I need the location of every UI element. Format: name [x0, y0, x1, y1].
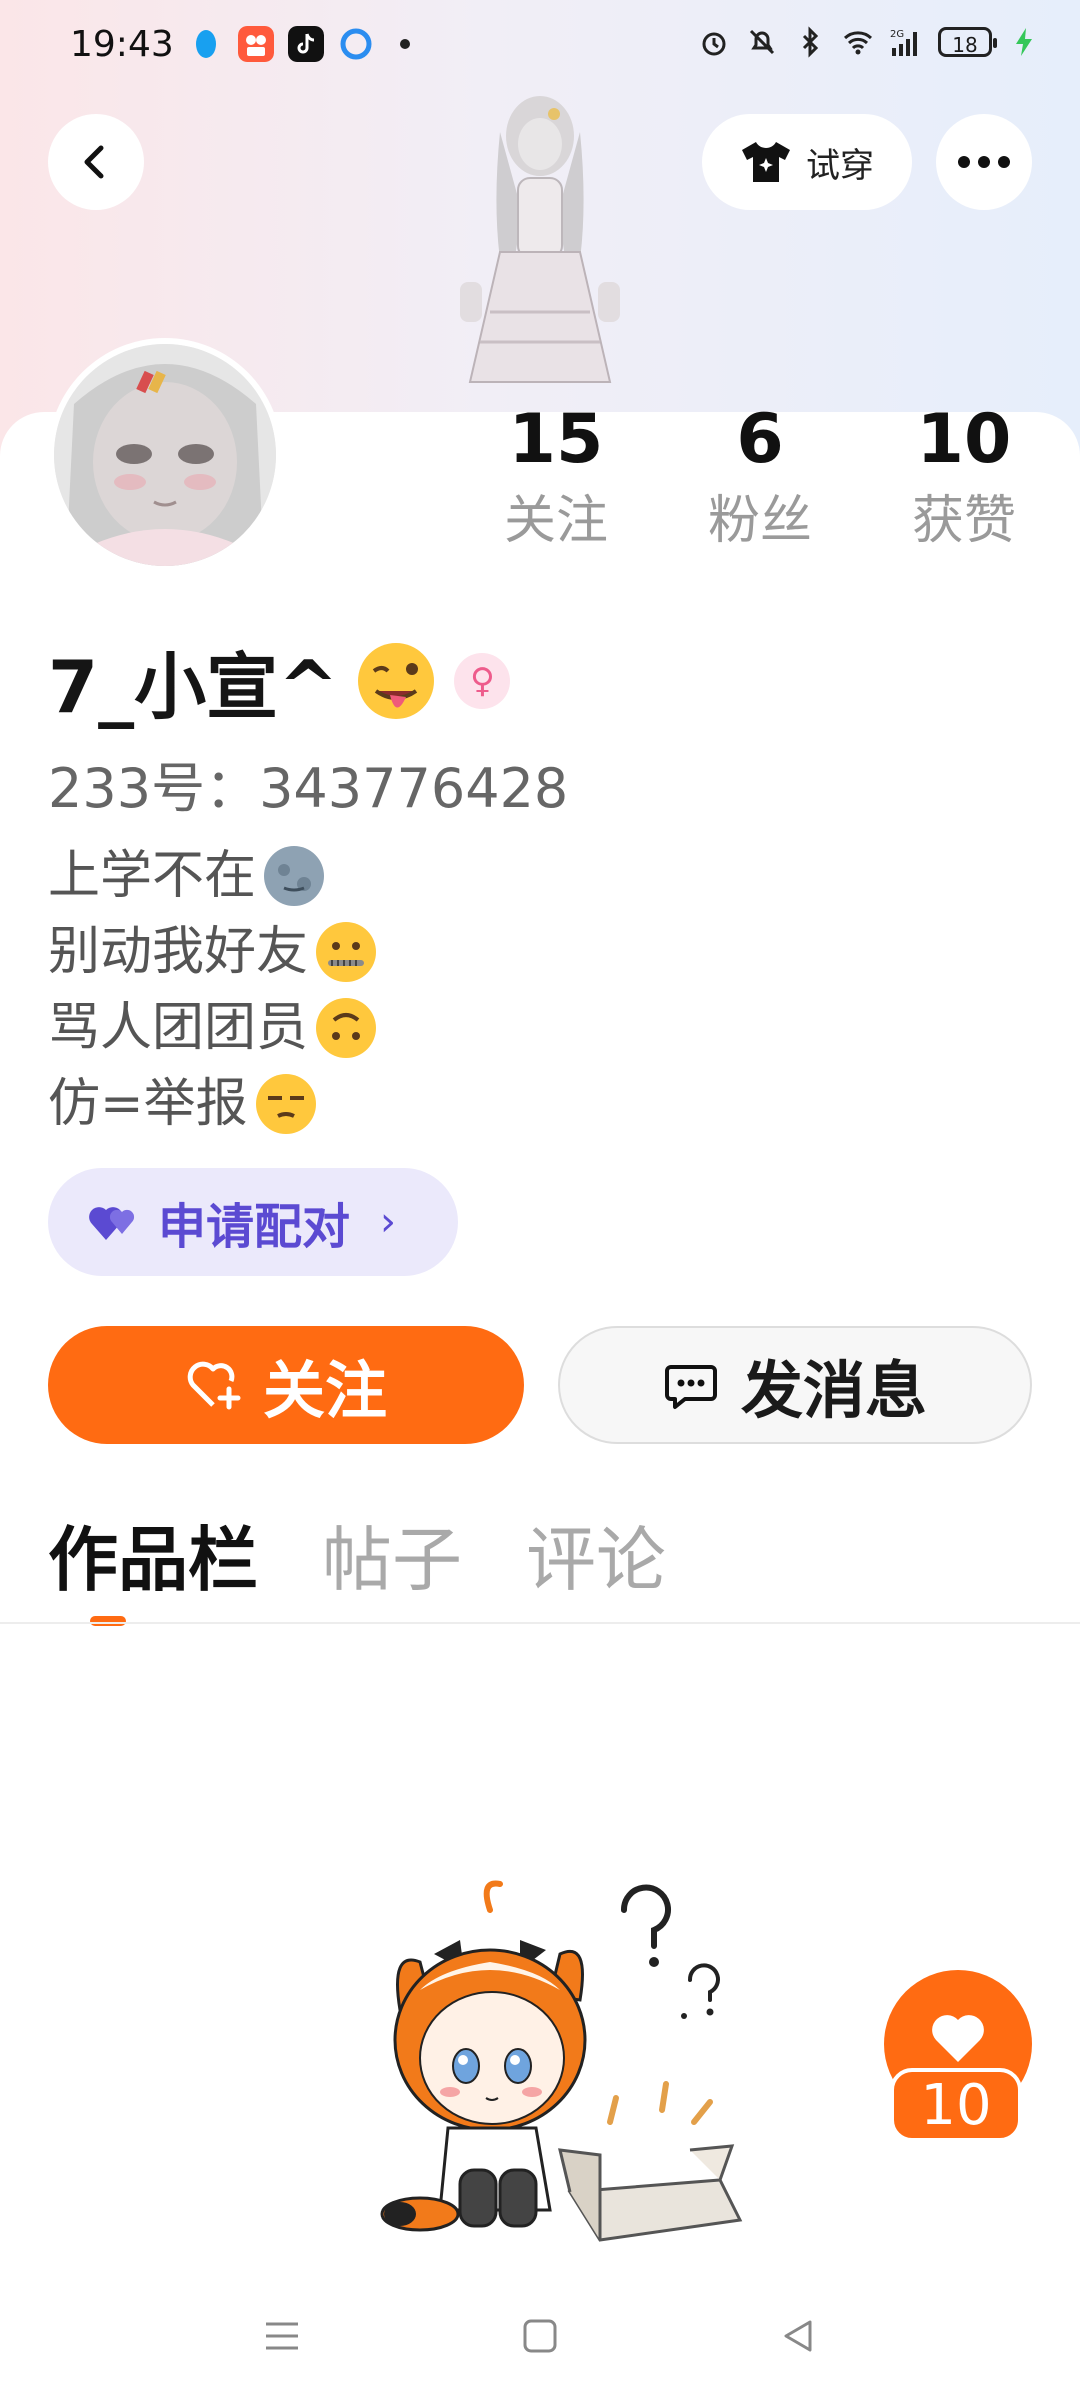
- stat-followers[interactable]: 6 粉丝: [658, 400, 862, 556]
- system-navigation-bar: [0, 2276, 1080, 2400]
- qq-icon: [196, 30, 216, 58]
- double-heart-icon: [89, 1207, 135, 1240]
- chevron-left-icon: [84, 145, 104, 179]
- request-pair-button[interactable]: 申请配对 ›: [48, 1168, 458, 1276]
- tiktok-icon: [288, 26, 324, 62]
- profile-tabs: 作品栏 帖子 评论: [48, 1508, 666, 1612]
- empty-state-illustration: [380, 1880, 743, 2242]
- bio-line: 别动我好友: [48, 914, 378, 990]
- zipper-mouth-emoji-icon: [316, 922, 377, 982]
- tab-posts[interactable]: 帖子: [322, 1508, 462, 1612]
- request-pair-label: 申请配对: [158, 1199, 351, 1255]
- winking-tongue-emoji-icon: [358, 642, 435, 719]
- upside-down-face-emoji-icon: [316, 998, 377, 1058]
- bio-text: 骂人团团员: [48, 998, 309, 1058]
- bio-text: 别动我好友: [48, 922, 309, 982]
- tab-works[interactable]: 作品栏: [48, 1508, 258, 1612]
- menu-icon[interactable]: [262, 2316, 302, 2356]
- status-bar: 19:43 2G 18: [0, 0, 1080, 96]
- more-dots-icon: [958, 156, 1010, 168]
- try-on-button[interactable]: 试穿: [702, 114, 912, 210]
- stat-likes[interactable]: 10 获赞: [862, 400, 1066, 556]
- charging-icon: [1016, 28, 1032, 56]
- back-button[interactable]: [48, 114, 144, 210]
- follow-button[interactable]: 关注: [48, 1326, 524, 1444]
- followers-count: 6: [736, 400, 784, 479]
- back-triangle-icon[interactable]: [778, 2316, 818, 2356]
- user-id[interactable]: 233号：343776428: [48, 744, 568, 823]
- try-on-label: 试穿: [806, 145, 874, 186]
- wifi-icon: [843, 31, 873, 55]
- tab-comments[interactable]: 评论: [526, 1508, 666, 1612]
- female-gender-icon: ♀: [454, 652, 511, 709]
- bio: 上学不在 别动我好友 骂人团团员 仿=举报: [48, 838, 378, 1142]
- followers-label: 粉丝: [707, 491, 812, 551]
- more-options-button[interactable]: [936, 114, 1032, 210]
- bio-line: 仿=举报: [48, 1066, 378, 1142]
- tabs-divider: [0, 1622, 1080, 1624]
- home-square-icon[interactable]: [520, 2316, 560, 2356]
- active-tab-indicator: [90, 1616, 126, 1626]
- chevron-right-icon: ›: [380, 1199, 397, 1245]
- new-moon-face-emoji-icon: [264, 846, 325, 906]
- like-count-badge: 10: [890, 2068, 1022, 2142]
- username: 7_小宣^: [48, 645, 339, 729]
- kuaishou-icon: [238, 26, 274, 62]
- mute-bell-icon: [749, 29, 775, 55]
- tshirt-sparkle-icon: [742, 142, 790, 182]
- bio-text: 上学不在: [48, 846, 257, 906]
- outfit-character-image: [460, 96, 620, 383]
- following-label: 关注: [503, 491, 608, 551]
- alarm-icon: [702, 32, 726, 56]
- signal-icon: 2G: [890, 29, 917, 56]
- unamused-face-emoji-icon: [255, 1074, 316, 1134]
- chat-bubble-icon: [664, 1365, 717, 1409]
- heart-plus-icon: [187, 1361, 241, 1410]
- status-time: 19:43: [70, 24, 174, 65]
- likes-label: 获赞: [911, 491, 1016, 551]
- bio-line: 上学不在: [48, 838, 378, 914]
- bluetooth-icon: [802, 26, 819, 58]
- bio-text: 仿=举报: [48, 1074, 248, 1134]
- avatar-image: [54, 344, 276, 566]
- following-count: 15: [508, 400, 604, 479]
- avatar[interactable]: [48, 338, 282, 572]
- bio-line: 骂人团团员: [48, 990, 378, 1066]
- system-status-icons: 2G 18: [698, 26, 1040, 58]
- username-row: 7_小宣^ ♀: [48, 628, 511, 733]
- profile-stats: 15 关注 6 粉丝 10 获赞: [454, 400, 1066, 556]
- stat-following[interactable]: 15 关注: [454, 400, 658, 556]
- more-notifications-dot: [400, 39, 410, 49]
- follow-label: 关注: [262, 1354, 387, 1427]
- notification-icons: [188, 26, 410, 62]
- svg-text:2G: 2G: [890, 29, 904, 40]
- send-message-button[interactable]: 发消息: [558, 1326, 1032, 1444]
- send-message-label: 发消息: [740, 1354, 927, 1427]
- likes-count: 10: [916, 400, 1012, 479]
- browser-icon: [340, 28, 372, 60]
- battery-indicator: 18: [938, 27, 997, 57]
